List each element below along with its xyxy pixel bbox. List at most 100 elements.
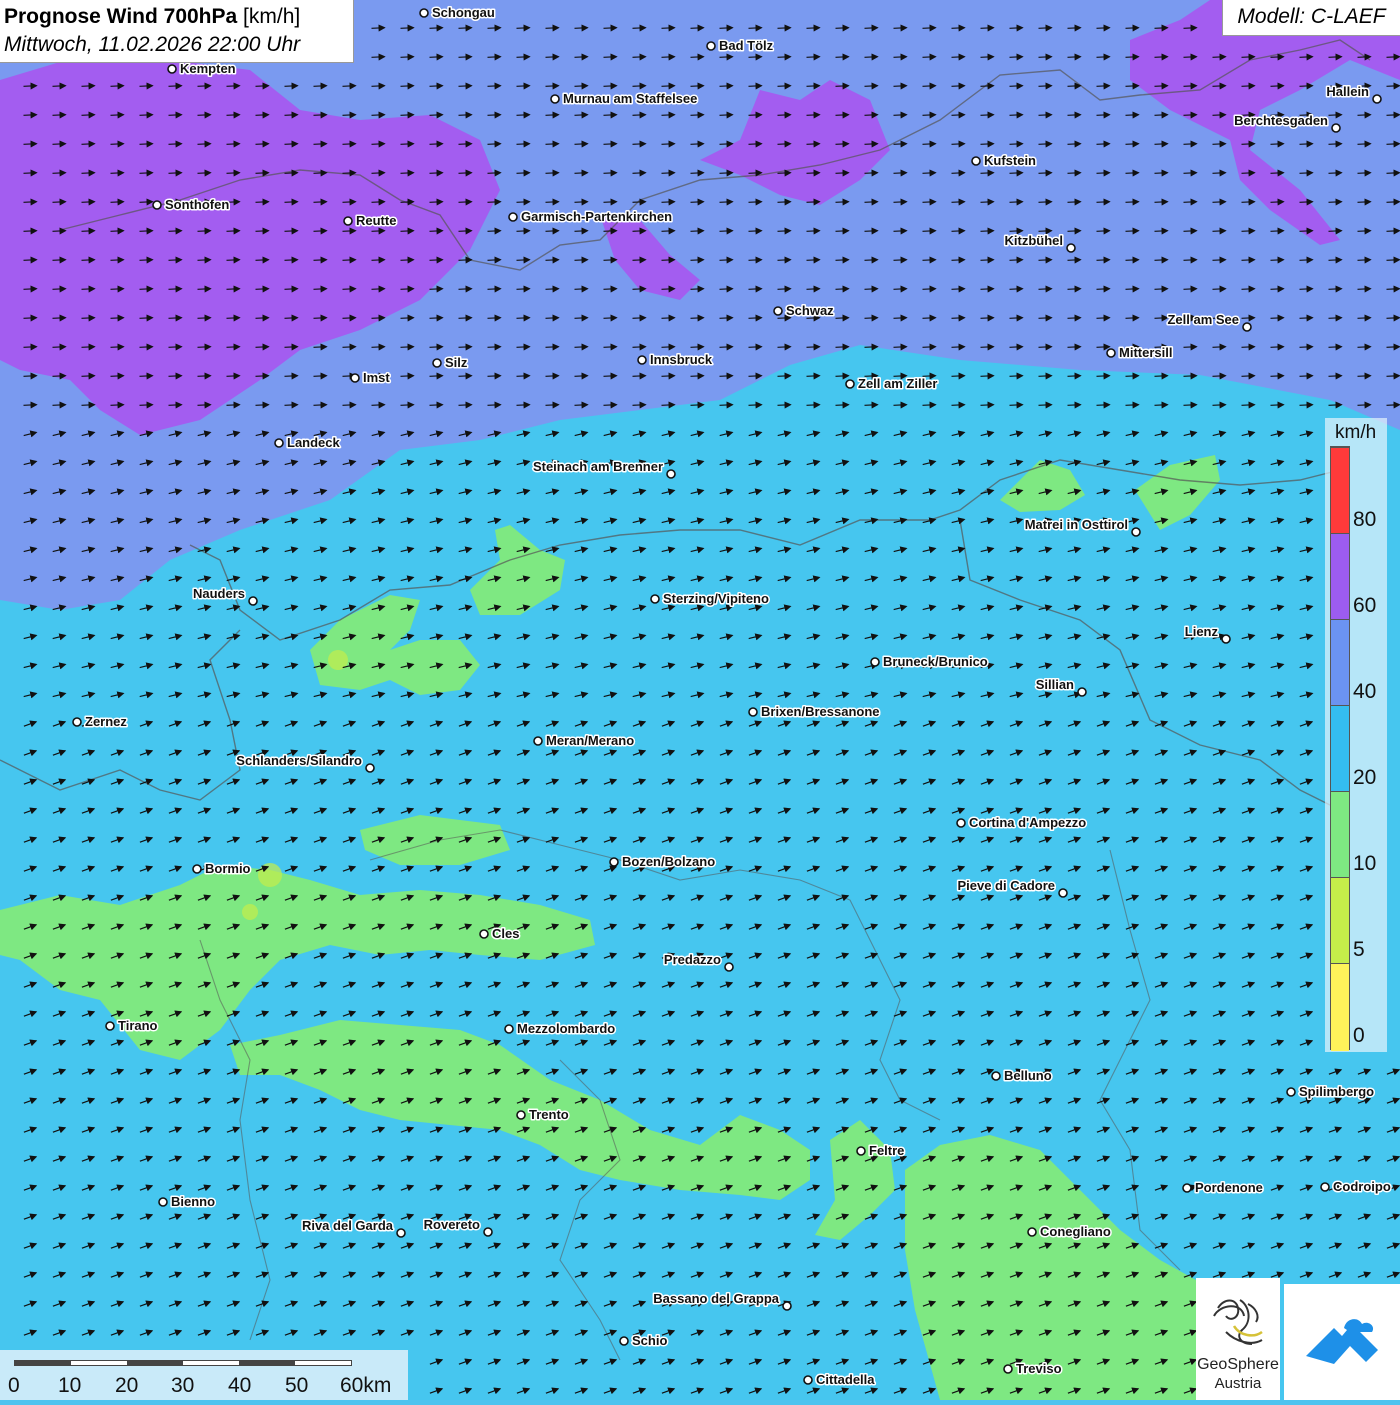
wind-arrow: [777, 140, 792, 148]
wind-arrow: [23, 169, 38, 177]
wind-arrow: [1386, 285, 1400, 293]
wind-arrow: [81, 82, 96, 90]
wind-arrow: [835, 343, 850, 351]
wind-arrow: [52, 140, 67, 148]
wind-arrow: [23, 314, 38, 322]
wind-arrow: [139, 111, 154, 119]
city-label: Sterzing/Vipiteno: [663, 591, 769, 606]
wind-arrow: [23, 82, 38, 90]
wind-arrow: [1241, 314, 1256, 322]
wind-arrow: [81, 285, 96, 293]
wind-arrow: [400, 24, 415, 32]
wind-arrow: [52, 82, 67, 90]
wind-arrow: [1067, 198, 1082, 206]
wind-arrow: [1328, 256, 1343, 264]
wind-arrow: [603, 111, 618, 119]
wind-arrow: [81, 256, 96, 264]
wind-arrow: [1154, 53, 1169, 61]
wind-arrow: [603, 82, 618, 90]
scale-tick-40: 40: [228, 1374, 252, 1397]
wind-arrow: [1212, 343, 1227, 351]
wind-arrow: [516, 24, 531, 32]
wind-arrow: [1096, 343, 1111, 351]
wind-arrow: [313, 343, 328, 351]
wind-arrow: [1299, 140, 1314, 148]
wind-arrow: [632, 314, 647, 322]
wind-arrow: [632, 343, 647, 351]
wind-arrow: [1183, 343, 1198, 351]
legend-segment-0: [1331, 963, 1349, 1051]
wind-arrow: [110, 111, 125, 119]
wind-arrow: [951, 314, 966, 322]
wind-arrow: [893, 401, 908, 409]
wind-arrow: [1357, 198, 1372, 206]
wind-arrow: [342, 343, 357, 351]
city-marker-icon: [419, 8, 429, 18]
city-marker-icon: [274, 438, 284, 448]
city-label: Reutte: [356, 213, 396, 228]
wind-arrow: [748, 401, 763, 409]
wind-arrow: [23, 198, 38, 206]
wind-arrow: [487, 169, 502, 177]
wind-arrow: [603, 227, 618, 235]
wind-arrow: [1299, 198, 1314, 206]
wind-arrow: [1067, 227, 1082, 235]
wind-arrow: [1038, 372, 1053, 380]
wind-arrow: [1212, 256, 1227, 264]
city-label: Bad Tölz: [719, 38, 774, 53]
wind-arrow: [1357, 285, 1372, 293]
wind-arrow: [1038, 198, 1053, 206]
wind-arrow: [1328, 227, 1343, 235]
wind-arrow: [980, 401, 995, 409]
wind-arrow: [1357, 401, 1372, 409]
wind-arrow: [632, 372, 647, 380]
wind-arrow: [864, 343, 879, 351]
wind-arrow: [1154, 198, 1169, 206]
wind-arrow: [1067, 53, 1082, 61]
wind-arrow: [516, 82, 531, 90]
wind-arrow: [1299, 256, 1314, 264]
wind-arrow: [168, 314, 183, 322]
wind-arrow: [1241, 285, 1256, 293]
city-marker-icon: [666, 469, 676, 479]
wind-arrow: [487, 285, 502, 293]
wind-arrow: [429, 401, 444, 409]
wind-arrow: [603, 401, 618, 409]
wind-arrow: [1212, 169, 1227, 177]
city-label: Nauders: [193, 586, 245, 601]
wind-arrow: [574, 314, 589, 322]
wind-arrow: [951, 82, 966, 90]
wind-arrow: [545, 256, 560, 264]
city-label: Schio: [632, 1333, 667, 1348]
wind-arrow: [951, 169, 966, 177]
wind-arrow: [342, 285, 357, 293]
wind-arrow: [1009, 111, 1024, 119]
wind-arrow: [1386, 140, 1400, 148]
wind-arrow: [1009, 285, 1024, 293]
wind-arrow: [371, 227, 386, 235]
city-label: Kitzbühel: [1005, 233, 1064, 248]
wind-arrow: [806, 24, 821, 32]
wind-arrow: [1328, 111, 1343, 119]
wind-arrow: [487, 82, 502, 90]
wind-arrow: [458, 24, 473, 32]
wind-arrow: [806, 343, 821, 351]
city-marker-icon: [1242, 322, 1252, 332]
wind-arrow: [1125, 82, 1140, 90]
wind-arrow: [690, 372, 705, 380]
wind-arrow: [690, 401, 705, 409]
wind-arrow: [835, 285, 850, 293]
city-marker-icon: [350, 373, 360, 383]
city-marker-icon: [845, 379, 855, 389]
wind-arrow: [197, 314, 212, 322]
wind-arrow: [371, 111, 386, 119]
wind-arrow: [487, 111, 502, 119]
wind-arrow: [429, 82, 444, 90]
wind-arrow: [371, 314, 386, 322]
city-39: Spilimbergo: [1286, 1083, 1376, 1101]
wind-arrow: [255, 285, 270, 293]
wind-arrow: [400, 285, 415, 293]
wind-arrow: [603, 53, 618, 61]
wind-arrow: [1154, 227, 1169, 235]
wind-arrow: [226, 314, 241, 322]
